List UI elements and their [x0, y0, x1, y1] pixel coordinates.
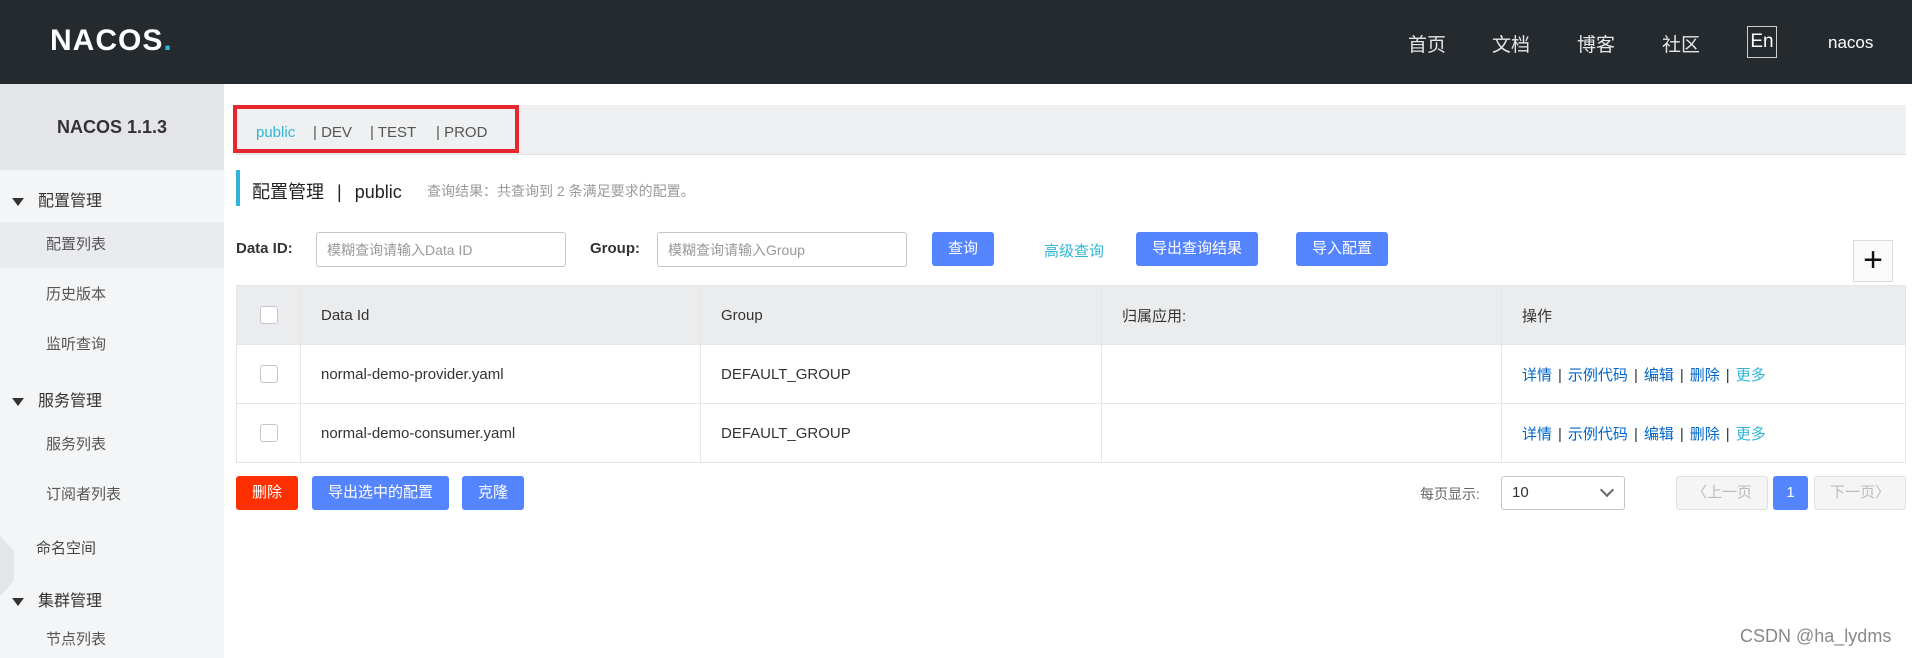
cell-dataid: normal-demo-consumer.yaml: [300, 403, 701, 463]
select-all-checkbox[interactable]: [259, 306, 278, 325]
nacos-logo[interactable]: NACOS.: [50, 24, 173, 58]
language-toggle[interactable]: En: [1747, 26, 1777, 58]
cell-group: DEFAULT_GROUP: [700, 344, 1102, 404]
sidebar-item-nodes[interactable]: 节点列表: [0, 622, 224, 658]
sidebar-item-config-list[interactable]: 配置列表: [0, 222, 224, 268]
op-separator: |: [1633, 425, 1638, 443]
per-page-select[interactable]: 10: [1501, 476, 1625, 510]
nav-community[interactable]: 社区: [1662, 30, 1700, 57]
query-result-text: 查询结果：共查询到 2 条满足要求的配置。: [427, 183, 695, 199]
sidebar-group-service[interactable]: 服务管理: [12, 387, 102, 411]
sidebar: NACOS 1.1.3 配置管理 配置列表 历史版本 监听查询 服务管理 服务列…: [0, 84, 224, 658]
caret-down-icon: [12, 397, 24, 406]
page-number-current[interactable]: 1: [1773, 476, 1808, 510]
table-row: normal-demo-consumer.yaml DEFAULT_GROUP …: [236, 403, 1906, 463]
op-separator: |: [1633, 366, 1638, 384]
detail-link[interactable]: 详情: [1522, 426, 1552, 443]
table-row: normal-demo-provider.yaml DEFAULT_GROUP …: [236, 344, 1906, 404]
config-table: Data Id Group 归属应用: 操作 normal-demo-provi…: [236, 285, 1906, 463]
export-query-button[interactable]: 导出查询结果: [1136, 232, 1258, 266]
query-button[interactable]: 查询: [932, 232, 994, 266]
sidebar-item-namespace[interactable]: 命名空间: [36, 537, 96, 558]
add-config-button[interactable]: +: [1853, 240, 1893, 282]
edit-link[interactable]: 编辑: [1644, 367, 1674, 384]
sidebar-group-label: 服务管理: [38, 393, 103, 410]
row-select-cell: [236, 403, 301, 463]
import-config-button[interactable]: 导入配置: [1296, 232, 1388, 266]
dataid-input[interactable]: [316, 232, 566, 267]
caret-down-icon: [12, 197, 24, 206]
delete-link[interactable]: 删除: [1690, 367, 1720, 384]
sidebar-item-service-list[interactable]: 服务列表: [0, 422, 224, 468]
op-separator: |: [1679, 425, 1684, 443]
sidebar-group-label: 集群管理: [38, 593, 103, 610]
next-page-button[interactable]: 下一页〉: [1814, 476, 1906, 510]
per-page-label: 每页显示:: [1420, 486, 1480, 502]
prev-page-label: 上一页: [1707, 484, 1753, 501]
cell-dataid: normal-demo-provider.yaml: [300, 344, 701, 404]
detail-link[interactable]: 详情: [1522, 367, 1552, 384]
version-label: NACOS 1.1.3: [0, 84, 224, 170]
sidebar-group-cluster[interactable]: 集群管理: [12, 587, 102, 611]
clone-button[interactable]: 克隆: [462, 476, 525, 510]
page-title-sep: |: [337, 182, 342, 202]
cell-group: DEFAULT_GROUP: [700, 403, 1102, 463]
dataid-label: Data ID:: [236, 240, 293, 257]
edit-link[interactable]: 编辑: [1644, 426, 1674, 443]
title-accent-bar: [236, 170, 240, 206]
page-title: 配置管理 | public: [252, 178, 402, 204]
sidebar-item-history[interactable]: 历史版本: [0, 272, 224, 318]
advanced-query-link[interactable]: 高级查询: [1044, 240, 1104, 261]
sample-code-link[interactable]: 示例代码: [1568, 367, 1628, 384]
namespace-highlight-box: [233, 105, 519, 153]
user-name[interactable]: nacos: [1828, 33, 1873, 53]
nav-blog[interactable]: 博客: [1577, 30, 1615, 57]
nav-docs[interactable]: 文档: [1492, 30, 1530, 57]
col-header-dataid: Data Id: [300, 285, 701, 345]
col-header-app: 归属应用:: [1101, 285, 1502, 345]
op-separator: |: [1558, 425, 1562, 443]
op-separator: |: [1725, 425, 1730, 443]
top-navbar: NACOS. 首页 文档 博客 社区 En nacos: [0, 0, 1912, 84]
chevron-right-icon: 〉: [1875, 484, 1891, 501]
delete-link[interactable]: 删除: [1690, 426, 1720, 443]
cell-ops: 详情 | 示例代码 | 编辑 | 删除 | 更多: [1501, 403, 1906, 463]
sidebar-item-subscribers[interactable]: 订阅者列表: [0, 472, 224, 518]
next-page-label: 下一页: [1829, 484, 1875, 501]
sidebar-item-listener[interactable]: 监听查询: [0, 322, 224, 368]
page-title-namespace: public: [354, 182, 402, 202]
op-separator: |: [1725, 366, 1730, 384]
logo-text: NACOS: [50, 24, 164, 57]
chevron-down-icon: [1599, 482, 1615, 498]
sidebar-group-label: 配置管理: [38, 193, 103, 210]
more-link[interactable]: 更多: [1736, 426, 1766, 443]
select-all-cell: [236, 285, 301, 345]
chevron-left-icon: 〈: [1691, 484, 1707, 501]
cell-app: [1101, 403, 1502, 463]
watermark-text: CSDN @ha_lydms: [1740, 626, 1892, 646]
nav-home[interactable]: 首页: [1408, 30, 1446, 57]
row-checkbox[interactable]: [259, 424, 278, 443]
sidebar-group-config[interactable]: 配置管理: [12, 187, 102, 211]
sample-code-link[interactable]: 示例代码: [1568, 426, 1628, 443]
group-input[interactable]: [657, 232, 907, 267]
col-header-group: Group: [700, 285, 1102, 345]
more-link[interactable]: 更多: [1736, 367, 1766, 384]
delete-button[interactable]: 删除: [236, 476, 299, 510]
per-page-value: 10: [1512, 484, 1529, 501]
page-title-text: 配置管理: [252, 182, 324, 202]
op-separator: |: [1558, 366, 1562, 384]
cell-app: [1101, 344, 1502, 404]
row-checkbox[interactable]: [259, 365, 278, 384]
prev-page-button[interactable]: 〈上一页: [1676, 476, 1768, 510]
group-label: Group:: [590, 240, 640, 257]
export-selected-button[interactable]: 导出选中的配置: [312, 476, 450, 510]
logo-dot: .: [163, 24, 173, 57]
caret-down-icon: [12, 597, 24, 606]
table-header-row: Data Id Group 归属应用: 操作: [236, 285, 1906, 345]
col-header-ops: 操作: [1501, 285, 1906, 345]
cell-ops: 详情 | 示例代码 | 编辑 | 删除 | 更多: [1501, 344, 1906, 404]
op-separator: |: [1679, 366, 1684, 384]
row-select-cell: [236, 344, 301, 404]
